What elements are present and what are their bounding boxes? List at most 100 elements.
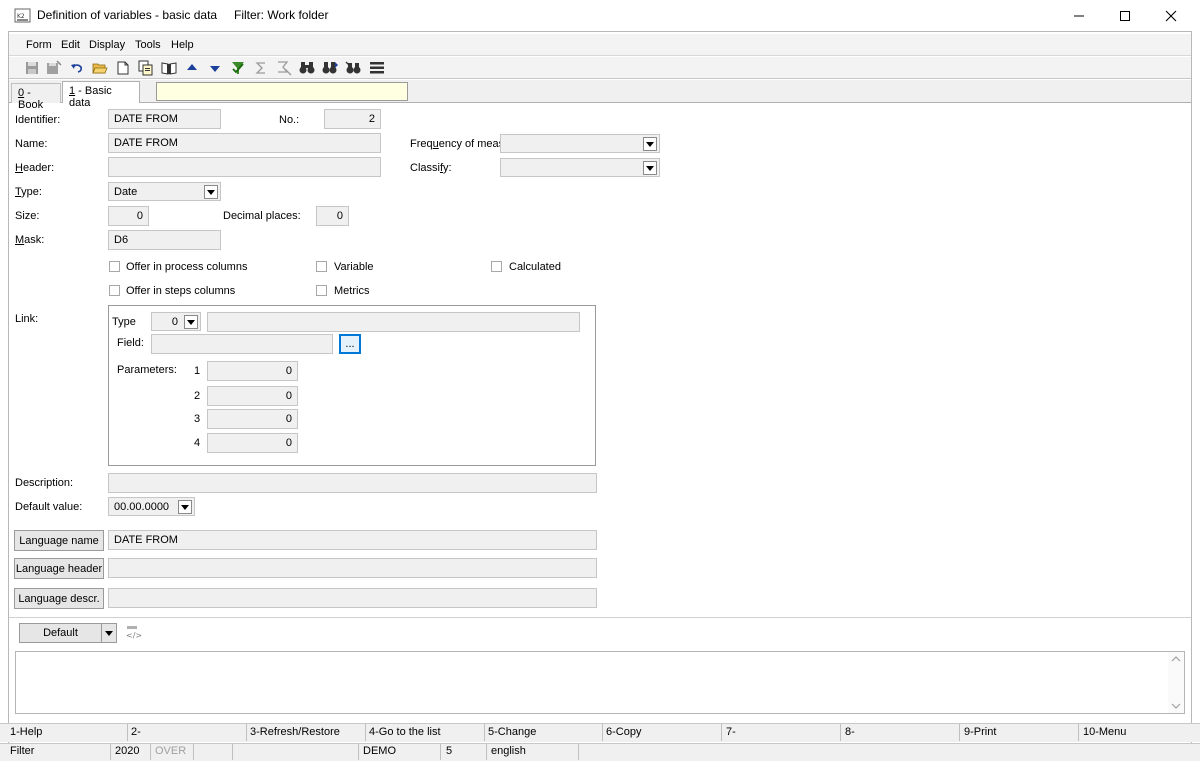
fkey-8[interactable]: 8- (845, 726, 855, 738)
sum-icon[interactable] (252, 59, 270, 77)
default-layout-button[interactable]: Default (19, 623, 102, 643)
hamburger-menu-icon[interactable] (368, 59, 386, 77)
fkey-9-print[interactable]: 9-Print (964, 726, 996, 738)
decimal-places-field[interactable]: 0 (316, 206, 349, 226)
param-field-3[interactable]: 0 (207, 409, 298, 429)
type-label: Type: (15, 186, 42, 198)
offer-process-checkbox[interactable] (109, 261, 120, 272)
frequency-label: Frequency of meas (410, 138, 502, 150)
frequency-select[interactable] (500, 134, 660, 153)
parameters-label: Parameters: (117, 364, 177, 376)
chevron-down-icon[interactable] (204, 185, 218, 199)
fkey-separator (602, 724, 603, 741)
tab-book[interactable]: 0 - Book (11, 83, 61, 111)
undo-icon[interactable] (68, 59, 86, 77)
param-field-1[interactable]: 0 (207, 361, 298, 381)
fkey-2[interactable]: 2- (131, 726, 141, 738)
description-scrollbar[interactable] (1168, 652, 1184, 713)
save-icon[interactable] (23, 59, 41, 77)
status-separator (486, 744, 487, 760)
classify-select[interactable] (500, 158, 660, 177)
filter-check-icon[interactable] (229, 59, 247, 77)
fkey-4-go-to-list[interactable]: 4-Go to the list (369, 726, 441, 738)
identifier-field[interactable]: DATE FROM (108, 109, 221, 129)
chevron-down-icon[interactable] (178, 500, 192, 514)
fkey-1-help[interactable]: 1-Help (10, 726, 42, 738)
filter-sum-icon[interactable] (275, 59, 293, 77)
classify-label-post: y: (443, 162, 452, 174)
calculated-checkbox[interactable] (491, 261, 502, 272)
status-separator (440, 744, 441, 760)
chevron-down-icon (105, 630, 113, 636)
window-filter-title: Filter: Work folder (234, 8, 329, 22)
tab-quick-search-field[interactable] (156, 82, 408, 101)
fkey-separator (959, 724, 960, 741)
no-field[interactable]: 2 (324, 109, 381, 129)
description-text-area[interactable] (15, 651, 1185, 714)
offer-steps-checkbox[interactable] (109, 285, 120, 296)
default-layout-dropdown[interactable] (101, 623, 117, 643)
header-label-key: H (15, 162, 23, 174)
language-header-field[interactable] (108, 558, 597, 578)
status-filter: Filter (10, 745, 35, 757)
param-field-4[interactable]: 0 (207, 433, 298, 453)
size-field[interactable]: 0 (108, 206, 149, 226)
tab-basic-data[interactable]: 1 - Basic data (62, 81, 140, 109)
menu-help[interactable]: Help (171, 39, 194, 51)
param-field-2[interactable]: 0 (207, 386, 298, 406)
name-field[interactable]: DATE FROM (108, 133, 381, 153)
language-name-field[interactable]: DATE FROM (108, 530, 597, 550)
menu-form[interactable]: Form (26, 39, 52, 51)
find-next-icon[interactable] (321, 59, 339, 77)
arrow-down-icon[interactable] (206, 59, 224, 77)
menu-edit[interactable]: Edit (61, 39, 80, 51)
field-browse-button[interactable]: ... (339, 334, 361, 354)
maximize-button[interactable] (1102, 0, 1148, 31)
chevron-down-icon[interactable] (184, 315, 198, 329)
header-label-rest: eader: (22, 162, 55, 174)
language-descr-button[interactable]: Language descr. (14, 588, 104, 609)
menu-display[interactable]: Display (89, 39, 125, 51)
fkey-separator (721, 724, 722, 741)
chevron-down-icon[interactable] (643, 137, 657, 151)
variable-checkbox[interactable] (316, 261, 327, 272)
menu-tools[interactable]: Tools (135, 39, 161, 51)
mask-label: Mask: (15, 234, 44, 246)
language-name-button[interactable]: Language name (14, 530, 104, 551)
field-field[interactable] (151, 334, 333, 354)
header-field[interactable] (108, 157, 381, 177)
chevron-down-icon[interactable] (643, 161, 657, 175)
open-folder-icon[interactable] (91, 59, 109, 77)
description-field[interactable] (108, 473, 597, 493)
fkey-separator (1078, 724, 1079, 741)
calculated-label: Calculated (509, 261, 561, 273)
arrow-up-icon[interactable] (183, 59, 201, 77)
link-type-description-field[interactable] (207, 312, 580, 332)
status-separator (110, 744, 111, 760)
find-replace-icon[interactable] (344, 59, 362, 77)
book-icon[interactable] (160, 59, 178, 77)
fkey-7[interactable]: 7- (726, 726, 736, 738)
copy-record-icon[interactable] (137, 59, 155, 77)
language-header-button[interactable]: Language header (14, 558, 104, 579)
default-value-select[interactable]: 00.00.0000 (108, 497, 195, 516)
code-tag-icon[interactable]: </> (125, 625, 142, 641)
new-document-icon[interactable] (114, 59, 132, 77)
minimize-button[interactable] (1056, 0, 1102, 31)
no-label: No.: (279, 114, 300, 126)
metrics-checkbox[interactable] (316, 285, 327, 296)
app-icon: K2 (14, 8, 32, 24)
default-value-label: Default value: (15, 501, 83, 513)
binoculars-icon[interactable] (298, 59, 316, 77)
close-button[interactable] (1148, 0, 1194, 31)
fkey-5-change[interactable]: 5-Change (488, 726, 536, 738)
fkey-3-refresh[interactable]: 3-Refresh/Restore (250, 726, 340, 738)
language-descr-field[interactable] (108, 588, 597, 608)
fkey-6-copy[interactable]: 6-Copy (606, 726, 641, 738)
fkey-separator (840, 724, 841, 741)
save-as-icon[interactable] (45, 59, 63, 77)
type-select[interactable]: Date (108, 182, 221, 201)
fkey-10-menu[interactable]: 10-Menu (1083, 726, 1126, 738)
mask-field[interactable]: D6 (108, 230, 221, 250)
link-type-select[interactable]: 0 (151, 312, 201, 331)
